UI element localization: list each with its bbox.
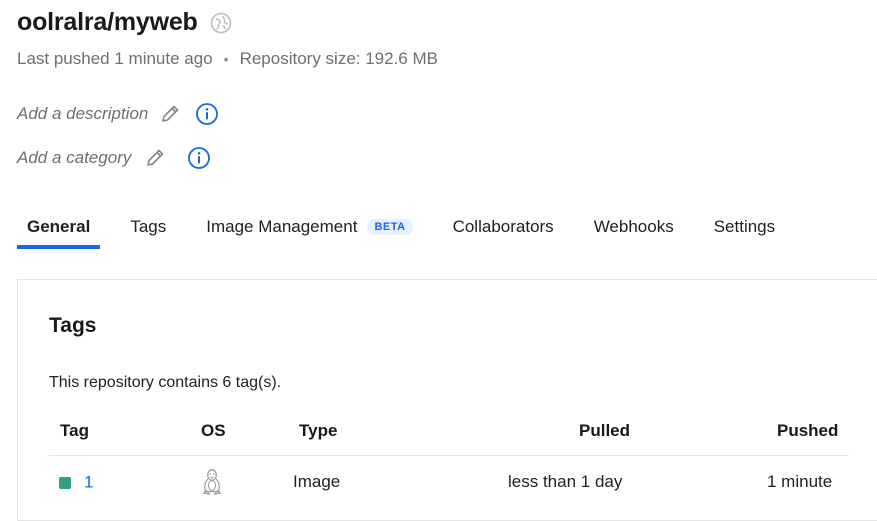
tab-collaborators[interactable]: Collaborators <box>443 212 564 249</box>
tags-summary: This repository contains 6 tag(s). <box>49 374 282 391</box>
tag-cell: 1 <box>59 472 93 493</box>
linux-icon <box>200 467 224 502</box>
info-icon[interactable] <box>195 102 219 126</box>
pushed-cell: 1 minute <box>767 472 833 491</box>
column-header-tag[interactable]: Tag <box>60 421 89 441</box>
tags-panel: Tags This repository contains 6 tag(s). … <box>17 279 877 521</box>
tab-label: Collaborators <box>452 217 554 236</box>
tab-label: Settings <box>713 217 776 236</box>
tab-general[interactable]: General <box>17 212 101 249</box>
column-header-os[interactable]: OS <box>201 421 226 441</box>
tab-settings[interactable]: Settings <box>704 212 785 249</box>
category-placeholder[interactable]: Add a category <box>17 148 131 168</box>
panel-title: Tags <box>49 314 97 337</box>
table-divider <box>49 455 849 456</box>
repo-title: oolralra/myweb <box>17 8 198 36</box>
pulled-cell: less than 1 day <box>508 472 623 491</box>
tab-label: Tags <box>130 217 167 236</box>
column-header-pushed[interactable]: Pushed <box>777 421 838 441</box>
column-header-type[interactable]: Type <box>299 421 337 441</box>
public-globe-icon <box>210 12 232 34</box>
repo-header: oolralra/myweb <box>17 8 232 37</box>
type-cell: Image <box>293 472 341 491</box>
category-row: Add a category <box>17 146 211 170</box>
beta-badge: BETA <box>367 219 413 235</box>
repo-size-text: Repository size: 192.6 MB <box>239 49 438 68</box>
description-placeholder[interactable]: Add a description <box>17 104 148 124</box>
repo-meta: Last pushed 1 minute ago • Repository si… <box>17 49 438 69</box>
pencil-icon[interactable] <box>144 147 166 169</box>
description-row: Add a description <box>17 102 219 126</box>
column-header-pulled[interactable]: Pulled <box>579 421 630 441</box>
info-icon[interactable] <box>187 146 211 170</box>
tab-label: General <box>27 217 91 236</box>
last-pushed-text: Last pushed 1 minute ago <box>17 49 213 68</box>
tab-image-management[interactable]: Image Management BETA <box>196 212 422 249</box>
tab-tags[interactable]: Tags <box>120 212 176 249</box>
meta-separator: • <box>223 51 229 67</box>
tab-webhooks[interactable]: Webhooks <box>584 212 684 249</box>
repo-tabs: General Tags Image Management BETA Collab… <box>17 212 805 249</box>
tag-status-swatch <box>59 476 71 489</box>
pencil-icon[interactable] <box>159 103 181 125</box>
tab-label: Webhooks <box>593 217 674 236</box>
tab-label: Image Management <box>206 217 358 236</box>
tag-link[interactable]: 1 <box>84 473 93 492</box>
